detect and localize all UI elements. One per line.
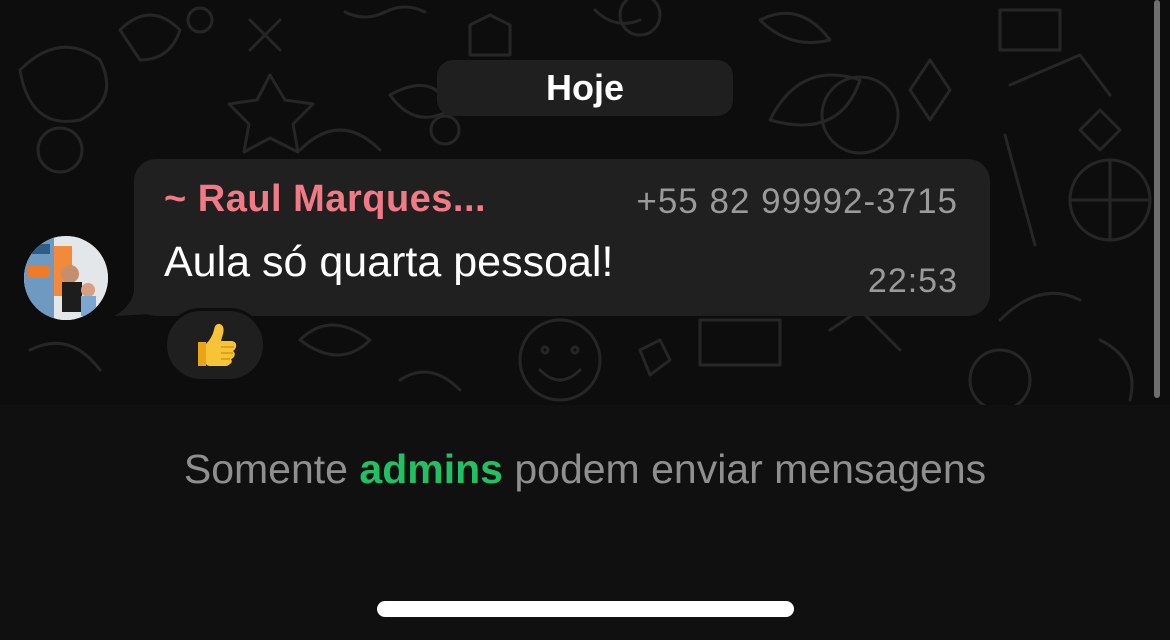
thumbs-up-icon: [198, 323, 237, 366]
sender-phone: +55 82 99992-3715: [636, 182, 958, 221]
reaction-badge[interactable]: [164, 308, 266, 382]
notice-suffix: podem enviar mensagens: [514, 446, 987, 492]
scrollbar[interactable]: [1154, 0, 1160, 398]
admins-link[interactable]: admins: [359, 446, 503, 492]
message-text: Aula só quarta pessoal!: [164, 238, 614, 286]
sender-avatar[interactable]: [24, 236, 108, 320]
date-separator: Hoje: [437, 60, 733, 116]
home-indicator[interactable]: [377, 601, 794, 617]
date-separator-label: Hoje: [545, 67, 624, 108]
sender-name[interactable]: ~ Raul Marques...: [164, 178, 486, 221]
chat-area[interactable]: Hoje ~ Raul Marques... +55 82 99992-3715…: [0, 0, 1170, 405]
avatar-photo: [24, 236, 108, 320]
admins-only-notice: Somente admins podem enviar mensagens: [0, 446, 1170, 493]
notice-prefix: Somente: [183, 446, 348, 492]
message-time: 22:53: [867, 262, 958, 300]
